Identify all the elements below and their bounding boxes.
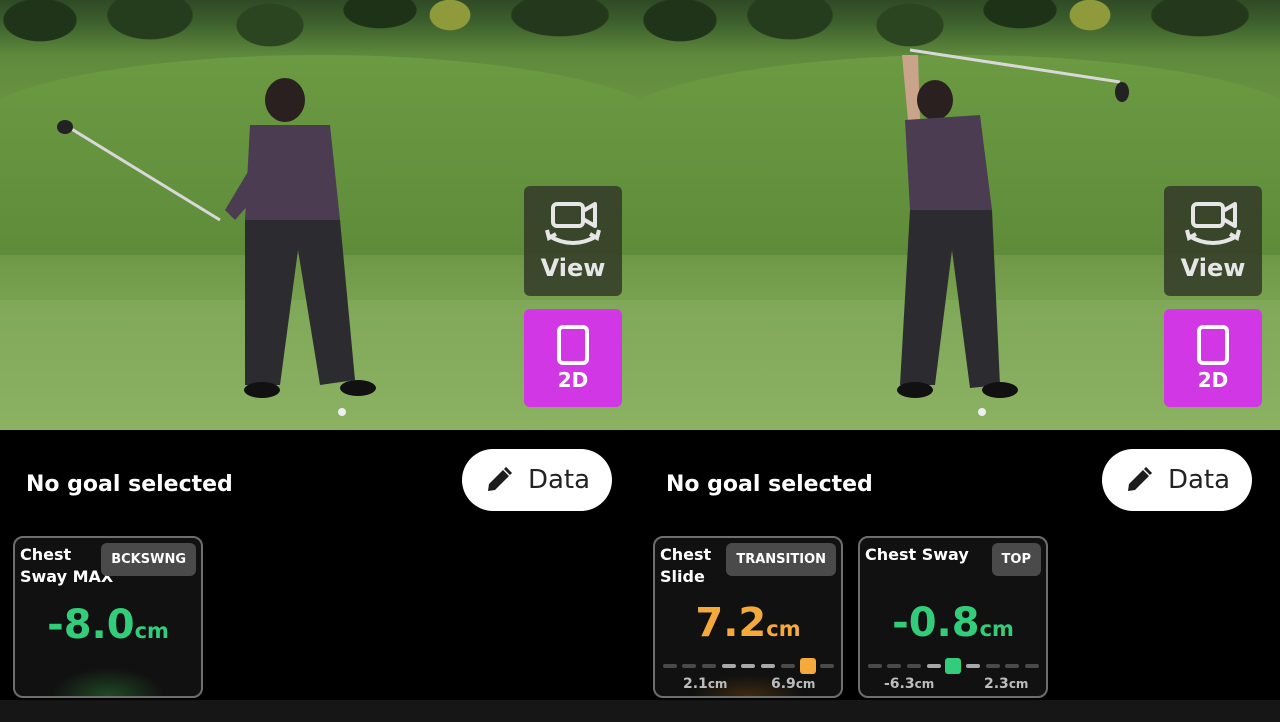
metric-value: -0.8cm: [860, 600, 1046, 646]
range-low-value: 2.1: [683, 676, 708, 692]
golf-ball: [338, 408, 346, 416]
scale-segment: [682, 664, 696, 668]
golfer-figure: [57, 78, 376, 398]
scale-segment: [722, 664, 736, 668]
mode-label: 2D: [1197, 368, 1229, 392]
metric-phase-tag: TOP: [991, 543, 1041, 576]
metric-card[interactable]: Chest Sway TOP -0.8cm -6.3cm 2.3cm: [858, 536, 1048, 698]
view-label: View: [540, 254, 606, 282]
bottom-bar: [0, 700, 1280, 722]
mode-2d-button[interactable]: 2D: [524, 309, 622, 407]
metric-unit: cm: [979, 617, 1014, 641]
scale-segment: [761, 664, 775, 668]
scale-segment: [781, 664, 795, 668]
golf-ball: [978, 408, 986, 416]
metric-value: 7.2cm: [655, 600, 841, 646]
range-low-unit: cm: [707, 677, 728, 691]
value-marker: [800, 658, 816, 674]
mode-2d-button[interactable]: 2D: [1164, 309, 1262, 407]
metric-phase-tag: BCKSWNG: [101, 543, 196, 576]
range-high-unit: cm: [795, 677, 816, 691]
range-scale: [663, 658, 835, 674]
metric-number: -0.8: [892, 600, 980, 646]
range-high-label: 6.9cm: [771, 676, 815, 692]
mode-label: 2D: [557, 368, 589, 392]
scale-segment: [887, 664, 901, 668]
metric-number: -8.0: [47, 602, 135, 648]
goal-status: No goal selected: [26, 472, 233, 497]
metric-phase-tag: TRANSITION: [726, 543, 836, 576]
range-high-value: 2.3: [984, 676, 1009, 692]
pencil-icon: [1127, 466, 1153, 491]
range-low-label: 2.1cm: [683, 676, 727, 692]
data-button[interactable]: Data: [1102, 449, 1252, 511]
scale-segment: [1005, 664, 1019, 668]
view-button[interactable]: View: [1164, 186, 1262, 296]
data-button-label: Data: [527, 465, 591, 495]
value-marker: [945, 658, 961, 674]
left-panel: View 2D No goal selected Data Chest Sway…: [0, 0, 640, 700]
right-panel: View 2D No goal selected Data Chest Slid…: [640, 0, 1280, 700]
scale-segment: [663, 664, 677, 668]
scale-segment: [741, 664, 755, 668]
scale-segment: [907, 664, 921, 668]
view-button[interactable]: View: [524, 186, 622, 296]
scale-segment: [820, 664, 834, 668]
tablet-icon: [557, 325, 589, 365]
metric-unit: cm: [766, 617, 801, 641]
tablet-icon: [1197, 325, 1229, 365]
metric-card[interactable]: Chest Sway MAX BCKSWNG -8.0cm: [13, 536, 203, 698]
scale-segment: [966, 664, 980, 668]
swing-video-left[interactable]: View 2D: [0, 0, 640, 430]
swing-video-right[interactable]: View 2D: [640, 0, 1280, 430]
metric-unit: cm: [134, 619, 169, 643]
range-scale: [868, 658, 1040, 674]
metric-card[interactable]: Chest Slide TRANSITION 7.2cm 2.1cm 6.9cm: [653, 536, 843, 698]
camera-rotate-icon: [1185, 202, 1241, 245]
metric-title: Chest Slide: [660, 545, 712, 586]
scale-segment: [1025, 664, 1039, 668]
camera-rotate-icon: [545, 202, 601, 245]
metric-value: -8.0cm: [15, 602, 201, 648]
golfer-figure: [897, 48, 1129, 398]
view-label: View: [1180, 254, 1246, 282]
scale-segment: [702, 664, 716, 668]
range-low-value: -6.3: [884, 676, 915, 692]
range-high-label: 2.3cm: [984, 676, 1028, 692]
range-high-value: 6.9: [771, 676, 796, 692]
scale-segment: [927, 664, 941, 668]
metric-number: 7.2: [695, 600, 767, 646]
range-low-unit: cm: [914, 677, 935, 691]
data-button-label: Data: [1167, 465, 1231, 495]
scale-segment: [986, 664, 1000, 668]
scale-segment: [868, 664, 882, 668]
goal-status: No goal selected: [666, 472, 873, 497]
pencil-icon: [487, 466, 513, 491]
range-low-label: -6.3cm: [884, 676, 934, 692]
range-high-unit: cm: [1008, 677, 1029, 691]
metric-title: Chest Sway: [865, 545, 969, 564]
data-button[interactable]: Data: [462, 449, 612, 511]
